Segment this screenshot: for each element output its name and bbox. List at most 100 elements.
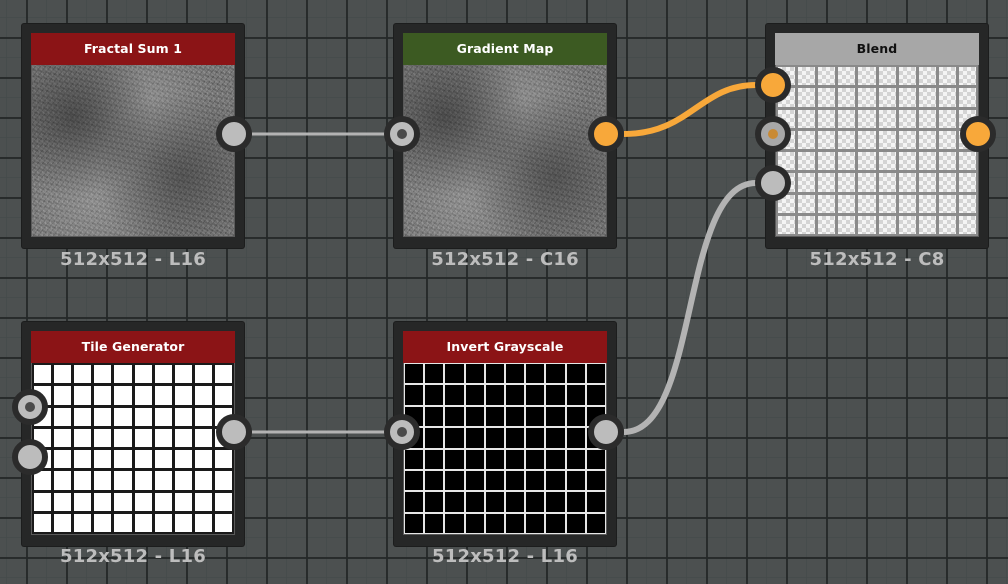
node-title: Blend [775, 33, 979, 65]
tile-cell [958, 88, 976, 107]
tile-cell [74, 450, 92, 469]
tile-cell [838, 173, 856, 192]
tile-cell [858, 215, 876, 234]
tile-cell [74, 513, 92, 532]
tile-cell [546, 449, 565, 469]
tile-cell [214, 492, 232, 511]
tile-cell [546, 364, 565, 384]
tile-cell [898, 173, 916, 192]
output-port[interactable] [588, 414, 624, 450]
tile-cell [506, 492, 525, 512]
tile-cell [798, 215, 816, 234]
input-port-1[interactable] [755, 67, 791, 103]
tile-cell [94, 450, 112, 469]
tile-cell [586, 492, 605, 512]
tile-cell [546, 406, 565, 427]
output-port[interactable] [216, 414, 252, 450]
tile-cell [114, 492, 132, 511]
tile-cell [586, 449, 605, 469]
tile-cell [445, 449, 464, 469]
tile-cell [506, 406, 525, 427]
tile-cell [485, 470, 504, 491]
tile-cell [114, 450, 132, 469]
tile-cell [445, 428, 464, 448]
tile-cell [526, 406, 545, 427]
tile-cell [566, 513, 585, 533]
node-size-label: 512x512 - C16 [431, 249, 579, 270]
node-invert-grayscale[interactable]: Invert Grayscale [394, 322, 616, 546]
tile-cell [54, 407, 72, 426]
tile-cell [818, 109, 836, 128]
tile-cell [838, 130, 856, 149]
tile-cell [445, 364, 464, 384]
tile-cell [818, 67, 836, 86]
node-tile-generator[interactable]: Tile Generator [22, 322, 244, 546]
tile-cell [74, 428, 92, 447]
tile-cell [526, 385, 545, 405]
tile-cell [114, 428, 132, 447]
node-blend[interactable]: Blend [766, 24, 988, 248]
tile-cell [154, 365, 172, 384]
port-connected-dot-icon [397, 427, 407, 437]
input-port-2[interactable] [755, 116, 791, 152]
tile-cell [465, 406, 484, 427]
tile-cell [465, 364, 484, 384]
tile-cell [485, 364, 504, 384]
output-port[interactable] [960, 116, 996, 152]
tile-cell [425, 406, 444, 427]
tile-cell [214, 471, 232, 490]
tile-cell [154, 513, 172, 532]
tile-cell [858, 130, 876, 149]
tile-cell [526, 470, 545, 491]
tile-cell [465, 492, 484, 512]
tile-cell [34, 513, 52, 532]
tile-cell [34, 492, 52, 511]
input-port-2[interactable] [12, 439, 48, 475]
input-port-3[interactable] [755, 165, 791, 201]
tile-cell [566, 428, 585, 448]
input-port[interactable] [384, 414, 420, 450]
tile-cell [405, 385, 424, 405]
node-graph-canvas[interactable]: Fractal Sum 1 512x512 - L16 Gradient Map… [0, 0, 1008, 584]
tile-cell [154, 450, 172, 469]
wire-gradient-to-blend[interactable] [623, 82, 757, 137]
node-fractal-sum[interactable]: Fractal Sum 1 [22, 24, 244, 248]
tile-cell [858, 173, 876, 192]
tile-cell [114, 407, 132, 426]
tile-cell [174, 407, 192, 426]
output-port[interactable] [216, 116, 252, 152]
tile-cell [94, 365, 112, 384]
port-connected-dot-icon [768, 129, 778, 139]
tile-cell [134, 513, 152, 532]
tile-cell [858, 194, 876, 213]
tile-cell [918, 215, 936, 234]
tile-cell [878, 194, 896, 213]
tile-cell [818, 88, 836, 107]
tile-cell [546, 428, 565, 448]
tile-cell [485, 406, 504, 427]
tile-cell [778, 215, 796, 234]
tile-cell [405, 364, 424, 384]
tile-cell [798, 130, 816, 149]
tile-cell [54, 386, 72, 405]
tile-cell [174, 492, 192, 511]
tile-cell [918, 152, 936, 171]
node-gradient-map[interactable]: Gradient Map [394, 24, 616, 248]
tile-cell [174, 386, 192, 405]
tile-cell [798, 88, 816, 107]
input-port[interactable] [384, 116, 420, 152]
wire-invert-to-blend[interactable] [623, 180, 757, 435]
tile-cell [34, 471, 52, 490]
tile-cell [898, 152, 916, 171]
tile-cell [54, 365, 72, 384]
input-port-1[interactable] [12, 389, 48, 425]
tile-cell [526, 364, 545, 384]
tile-cell [918, 109, 936, 128]
output-port[interactable] [588, 116, 624, 152]
port-connected-dot-icon [25, 402, 35, 412]
tile-cell [878, 152, 896, 171]
tile-cell [506, 513, 525, 533]
tile-cell [445, 470, 464, 491]
tile-cell [114, 471, 132, 490]
tile-cell [838, 215, 856, 234]
